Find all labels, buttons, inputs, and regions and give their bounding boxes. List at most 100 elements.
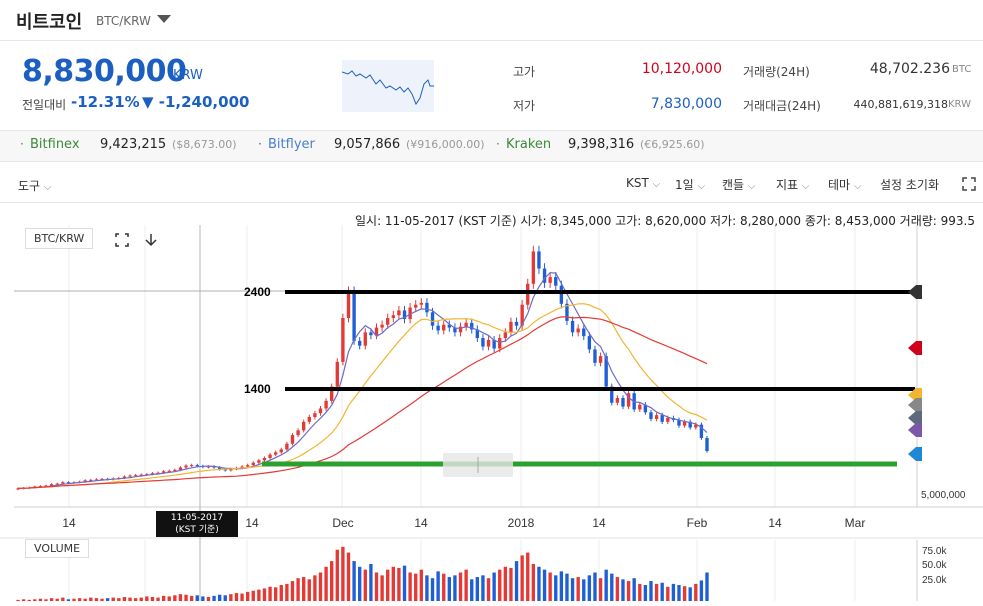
volume-bar — [542, 569, 547, 601]
volume-bar — [173, 595, 177, 601]
candle-body — [268, 454, 272, 458]
volume-bar — [615, 577, 620, 601]
crosshair-date-flag: 11-05-2017 (KST 기준) — [156, 511, 238, 537]
change-percent: -12.31% — [71, 93, 140, 111]
volume-bar — [139, 597, 143, 601]
volume-bar — [66, 599, 71, 601]
candle-body — [189, 465, 194, 467]
volume-bar — [341, 546, 345, 601]
timezone-menu[interactable]: KST ⌵ — [626, 176, 660, 190]
theme-menu[interactable]: 테마 ⌵ — [828, 176, 862, 193]
volume-bar — [598, 578, 603, 601]
volume-bar — [105, 598, 110, 601]
volume-bar — [346, 552, 351, 601]
volume-bar — [313, 575, 317, 601]
candle-body — [486, 339, 491, 347]
exchange-name[interactable]: Kraken — [506, 137, 551, 152]
exchange-name[interactable]: Bitflyer — [268, 137, 315, 152]
exchange-sub: ($8,673.00) — [172, 138, 237, 151]
volume-bar — [290, 581, 295, 601]
volume-bar — [626, 581, 631, 601]
volume-bar — [425, 575, 429, 601]
volume-unit: BTC — [952, 64, 972, 75]
candle-body — [173, 469, 177, 471]
exchange-name[interactable]: Bitfinex — [30, 137, 80, 152]
volume-bar — [503, 566, 508, 601]
indicator-menu[interactable]: 지표 ⌵ — [776, 176, 810, 193]
volume-bar — [189, 595, 194, 601]
dropdown-icon[interactable] — [157, 15, 171, 23]
price-marker — [908, 447, 922, 461]
candle-body — [184, 465, 188, 468]
volume-bar — [72, 598, 76, 601]
x-tick-label: 2018 — [508, 516, 535, 530]
volume-bar — [699, 580, 704, 601]
x-tick-label: 14 — [62, 516, 76, 530]
ma-mid-line — [17, 303, 708, 489]
candle-body — [582, 328, 586, 337]
candle-body — [335, 361, 339, 387]
candle-body — [537, 251, 541, 269]
volume-bar — [33, 599, 37, 601]
candle-body — [514, 321, 519, 326]
candle-body — [380, 324, 384, 328]
volume-bar — [486, 578, 491, 601]
candle-body — [414, 304, 418, 308]
interval-menu[interactable]: 1일 ⌵ — [675, 176, 705, 193]
fullscreen-icon[interactable] — [115, 233, 129, 247]
expand-icon[interactable] — [962, 177, 976, 191]
price-marker — [908, 411, 922, 425]
volume-bar — [117, 598, 121, 601]
price-chart[interactable]: 2400 1400 14 Dec 14 2018 14 Feb 14 Mar 14 5,000,000… — [0, 225, 983, 606]
candle-body — [313, 413, 317, 418]
volume-bar — [111, 597, 115, 601]
price-unit: KRW — [173, 68, 203, 83]
candle-body — [128, 475, 132, 477]
volume-bar — [77, 598, 82, 601]
candle-body — [419, 302, 423, 305]
amount-label: 거래대금(24H) — [743, 99, 821, 113]
candle-body — [587, 336, 592, 350]
download-icon[interactable] — [144, 233, 158, 247]
tools-menu[interactable]: 도구 ⌵ — [18, 177, 52, 194]
exchange-price: 9,423,215 — [100, 137, 167, 152]
reset-button[interactable]: 설정 초기화 — [880, 176, 939, 193]
volume-bar — [593, 572, 597, 601]
volume-bar — [223, 595, 227, 601]
candle-body — [559, 285, 564, 304]
x-tick-label: 14 — [592, 516, 606, 530]
coin-name: 비트코인 — [16, 12, 83, 33]
candle-body — [598, 356, 603, 363]
ma-short-line — [17, 272, 708, 489]
volume-bar — [565, 573, 569, 601]
change-amount: ▼ -1,240,000 — [142, 93, 250, 111]
x-tick-label: Mar — [845, 516, 866, 530]
volume-bar — [178, 594, 183, 601]
candle-body — [481, 338, 485, 347]
volume-bar — [268, 586, 272, 601]
volume-bar — [408, 572, 412, 601]
candle-body — [318, 408, 323, 414]
volume-bar — [475, 577, 480, 601]
volume-bar — [279, 585, 283, 601]
candle-body — [615, 398, 620, 403]
candle-body — [554, 277, 558, 286]
volume-bar — [649, 581, 653, 601]
price-marker — [908, 341, 922, 355]
bullet-icon: · — [496, 137, 500, 151]
volume-bar — [335, 549, 339, 601]
volume-bar — [16, 599, 20, 601]
bullet-icon: · — [258, 137, 262, 151]
candle-body — [386, 318, 390, 325]
x-tick-label: 14 — [414, 516, 428, 530]
volume-bar — [251, 590, 255, 601]
volume-bar — [100, 598, 104, 601]
candle-body — [576, 328, 580, 333]
candle-body — [503, 332, 508, 339]
candle-body — [296, 430, 300, 436]
candle-menu[interactable]: 캔들 ⌵ — [722, 176, 756, 193]
volume-bar — [430, 578, 435, 601]
volume-bar — [128, 597, 132, 601]
high-value: 10,120,000 — [641, 61, 722, 77]
volume-bar — [386, 569, 390, 601]
